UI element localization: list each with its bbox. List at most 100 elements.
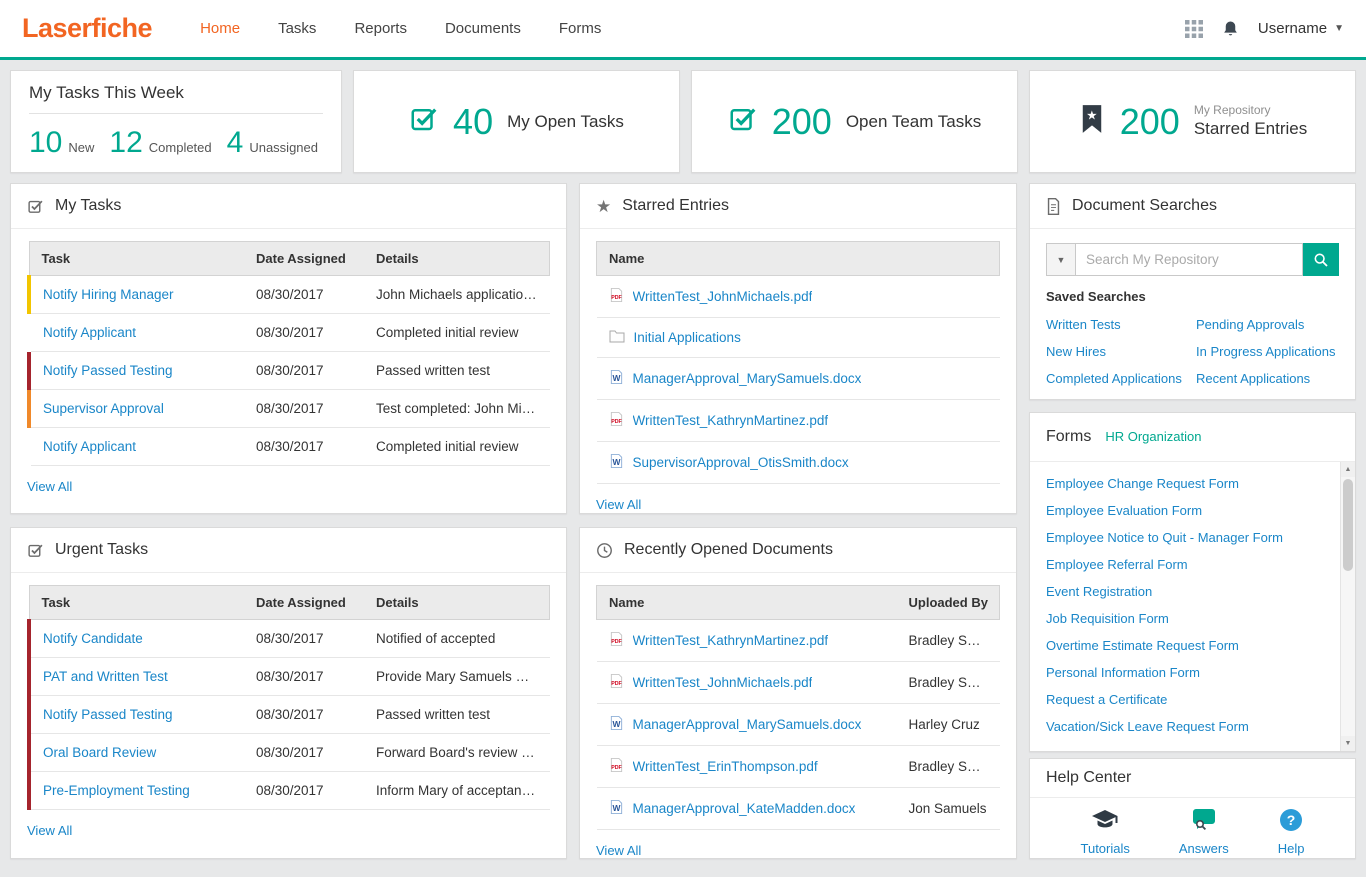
help-link[interactable]: Help: [1278, 841, 1305, 856]
table-row: Notify Applicant 08/30/2017 Completed in…: [29, 428, 550, 466]
search-options-dropdown[interactable]: ▼: [1046, 243, 1076, 276]
task-link[interactable]: Supervisor Approval: [43, 401, 164, 416]
panel-header: Help Center: [1030, 759, 1355, 798]
saved-search-link[interactable]: Pending Approvals: [1196, 311, 1335, 338]
task-link[interactable]: Pre-Employment Testing: [43, 783, 190, 798]
answers-link[interactable]: Answers: [1179, 841, 1229, 856]
panel-title: My Tasks: [55, 197, 121, 215]
search-input[interactable]: [1076, 243, 1303, 276]
task-cell: Notify Hiring Manager: [29, 276, 244, 314]
help-item-answers[interactable]: Answers: [1179, 808, 1229, 856]
view-all-link[interactable]: View All: [596, 497, 641, 512]
task-cell: Supervisor Approval: [29, 390, 244, 428]
svg-text:PDF: PDF: [611, 681, 622, 687]
nav-tasks[interactable]: Tasks: [278, 20, 316, 37]
help-item-tutorials[interactable]: Tutorials: [1081, 808, 1130, 856]
my-open-tasks-card[interactable]: 40 My Open Tasks: [353, 70, 680, 173]
saved-searches-left-column: Written Tests New Hires Completed Applic…: [1046, 311, 1196, 392]
search-button[interactable]: [1303, 243, 1339, 276]
task-details: Forward Board's review to...: [364, 734, 550, 772]
view-all-link[interactable]: View All: [596, 843, 641, 858]
task-cell: Oral Board Review: [29, 734, 244, 772]
panel-title: Recently Opened Documents: [624, 541, 833, 559]
document-link[interactable]: WrittenTest_KathrynMartinez.pdf: [633, 413, 829, 428]
open-team-tasks-card[interactable]: 200 Open Team Tasks: [691, 70, 1018, 173]
task-cell: Pre-Employment Testing: [29, 772, 244, 810]
svg-text:PDF: PDF: [611, 765, 622, 771]
nav-forms[interactable]: Forms: [559, 20, 602, 37]
scrollbar-down-icon[interactable]: ▼: [1341, 736, 1355, 751]
document-link[interactable]: WrittenTest_ErinThompson.pdf: [633, 759, 818, 774]
table-row: Notify Applicant 08/30/2017 Completed in…: [29, 314, 550, 352]
nav-home[interactable]: Home: [200, 20, 240, 37]
task-link[interactable]: Notify Applicant: [43, 439, 136, 454]
help-center-panel: Help Center Tutorials Answers: [1029, 758, 1356, 859]
saved-search-link[interactable]: Recent Applications: [1196, 365, 1335, 392]
form-link[interactable]: Employee Referral Form: [1046, 551, 1339, 578]
recently-opened-documents-panel: Recently Opened Documents Name Uploaded …: [579, 527, 1017, 859]
help-item-help[interactable]: ? Help: [1278, 808, 1305, 856]
document-link[interactable]: ManagerApproval_MarySamuels.docx: [633, 371, 862, 386]
table-row: Initial Applications: [597, 318, 1000, 358]
view-all-link[interactable]: View All: [27, 479, 72, 494]
task-link[interactable]: Notify Candidate: [43, 631, 143, 646]
uploaded-by: Jon Samuels: [897, 788, 1000, 830]
form-link[interactable]: Employee Notice to Quit - Manager Form: [1046, 524, 1339, 551]
clock-icon: [596, 542, 613, 559]
document-link[interactable]: WrittenTest_JohnMichaels.pdf: [633, 675, 813, 690]
task-details: John Michaels application...: [364, 276, 550, 314]
nav-reports[interactable]: Reports: [354, 20, 407, 37]
task-cell: Notify Applicant: [29, 314, 244, 352]
svg-text:PDF: PDF: [611, 419, 622, 425]
panel-title: Urgent Tasks: [55, 541, 148, 559]
scrollbar-up-icon[interactable]: ▲: [1341, 462, 1355, 477]
laserfiche-logo[interactable]: Laserfiche: [22, 13, 152, 44]
my-tasks-table: Task Date Assigned Details Notify Hiring…: [27, 241, 550, 466]
form-link[interactable]: Event Registration: [1046, 578, 1339, 605]
view-all-link[interactable]: View All: [27, 823, 72, 838]
form-link[interactable]: Overtime Estimate Request Form: [1046, 632, 1339, 659]
column-header-uploaded-by: Uploaded By: [897, 586, 1000, 620]
folder-link[interactable]: Initial Applications: [634, 330, 741, 345]
form-link[interactable]: Employee Evaluation Form: [1046, 497, 1339, 524]
task-link[interactable]: Notify Passed Testing: [43, 363, 173, 378]
saved-search-link[interactable]: Written Tests: [1046, 311, 1196, 338]
form-link[interactable]: Employee Change Request Form: [1046, 470, 1339, 497]
starred-entries-card[interactable]: ★ 200 My Repository Starred Entries: [1029, 70, 1356, 173]
scrollbar-thumb[interactable]: [1343, 479, 1353, 571]
tutorials-link[interactable]: Tutorials: [1081, 841, 1130, 856]
form-link[interactable]: Job Requisition Form: [1046, 605, 1339, 632]
task-link[interactable]: Notify Applicant: [43, 325, 136, 340]
graduation-cap-icon: [1091, 808, 1119, 837]
panel-header: ★ Starred Entries: [580, 184, 1016, 229]
document-link[interactable]: ManagerApproval_KateMadden.docx: [633, 801, 856, 816]
notifications-bell-icon[interactable]: [1221, 19, 1240, 39]
forms-list: Employee Change Request Form Employee Ev…: [1030, 462, 1355, 751]
document-link[interactable]: WrittenTest_JohnMichaels.pdf: [633, 289, 813, 304]
forms-panel: Forms HR Organization Employee Change Re…: [1029, 412, 1356, 752]
unassigned-count: 4: [227, 126, 244, 160]
nav-documents[interactable]: Documents: [445, 20, 521, 37]
help-items: Tutorials Answers ? Help: [1030, 798, 1355, 859]
date-assigned: 08/30/2017: [244, 352, 364, 390]
hr-organization-link[interactable]: HR Organization: [1105, 429, 1201, 444]
app-grid-icon[interactable]: [1185, 20, 1203, 38]
form-link[interactable]: Request a Certificate: [1046, 686, 1339, 713]
form-link[interactable]: Vacation/Sick Leave Request Form: [1046, 713, 1339, 740]
user-menu[interactable]: Username ▼: [1258, 20, 1344, 37]
task-link[interactable]: Notify Passed Testing: [43, 707, 173, 722]
uploaded-by: Bradley Smith: [897, 620, 1000, 662]
task-link[interactable]: PAT and Written Test: [43, 669, 168, 684]
task-details: Completed initial review: [364, 428, 550, 466]
task-link[interactable]: Oral Board Review: [43, 745, 156, 760]
table-row: PAT and Written Test 08/30/2017 Provide …: [29, 658, 550, 696]
uploaded-by: Harley Cruz: [897, 704, 1000, 746]
task-link[interactable]: Notify Hiring Manager: [43, 287, 174, 302]
saved-search-link[interactable]: New Hires: [1046, 338, 1196, 365]
saved-search-link[interactable]: Completed Applications: [1046, 365, 1196, 392]
form-link[interactable]: Personal Information Form: [1046, 659, 1339, 686]
document-link[interactable]: SupervisorApproval_OtisSmith.docx: [633, 455, 849, 470]
document-link[interactable]: ManagerApproval_MarySamuels.docx: [633, 717, 862, 732]
document-link[interactable]: WrittenTest_KathrynMartinez.pdf: [633, 633, 829, 648]
saved-search-link[interactable]: In Progress Applications: [1196, 338, 1335, 365]
